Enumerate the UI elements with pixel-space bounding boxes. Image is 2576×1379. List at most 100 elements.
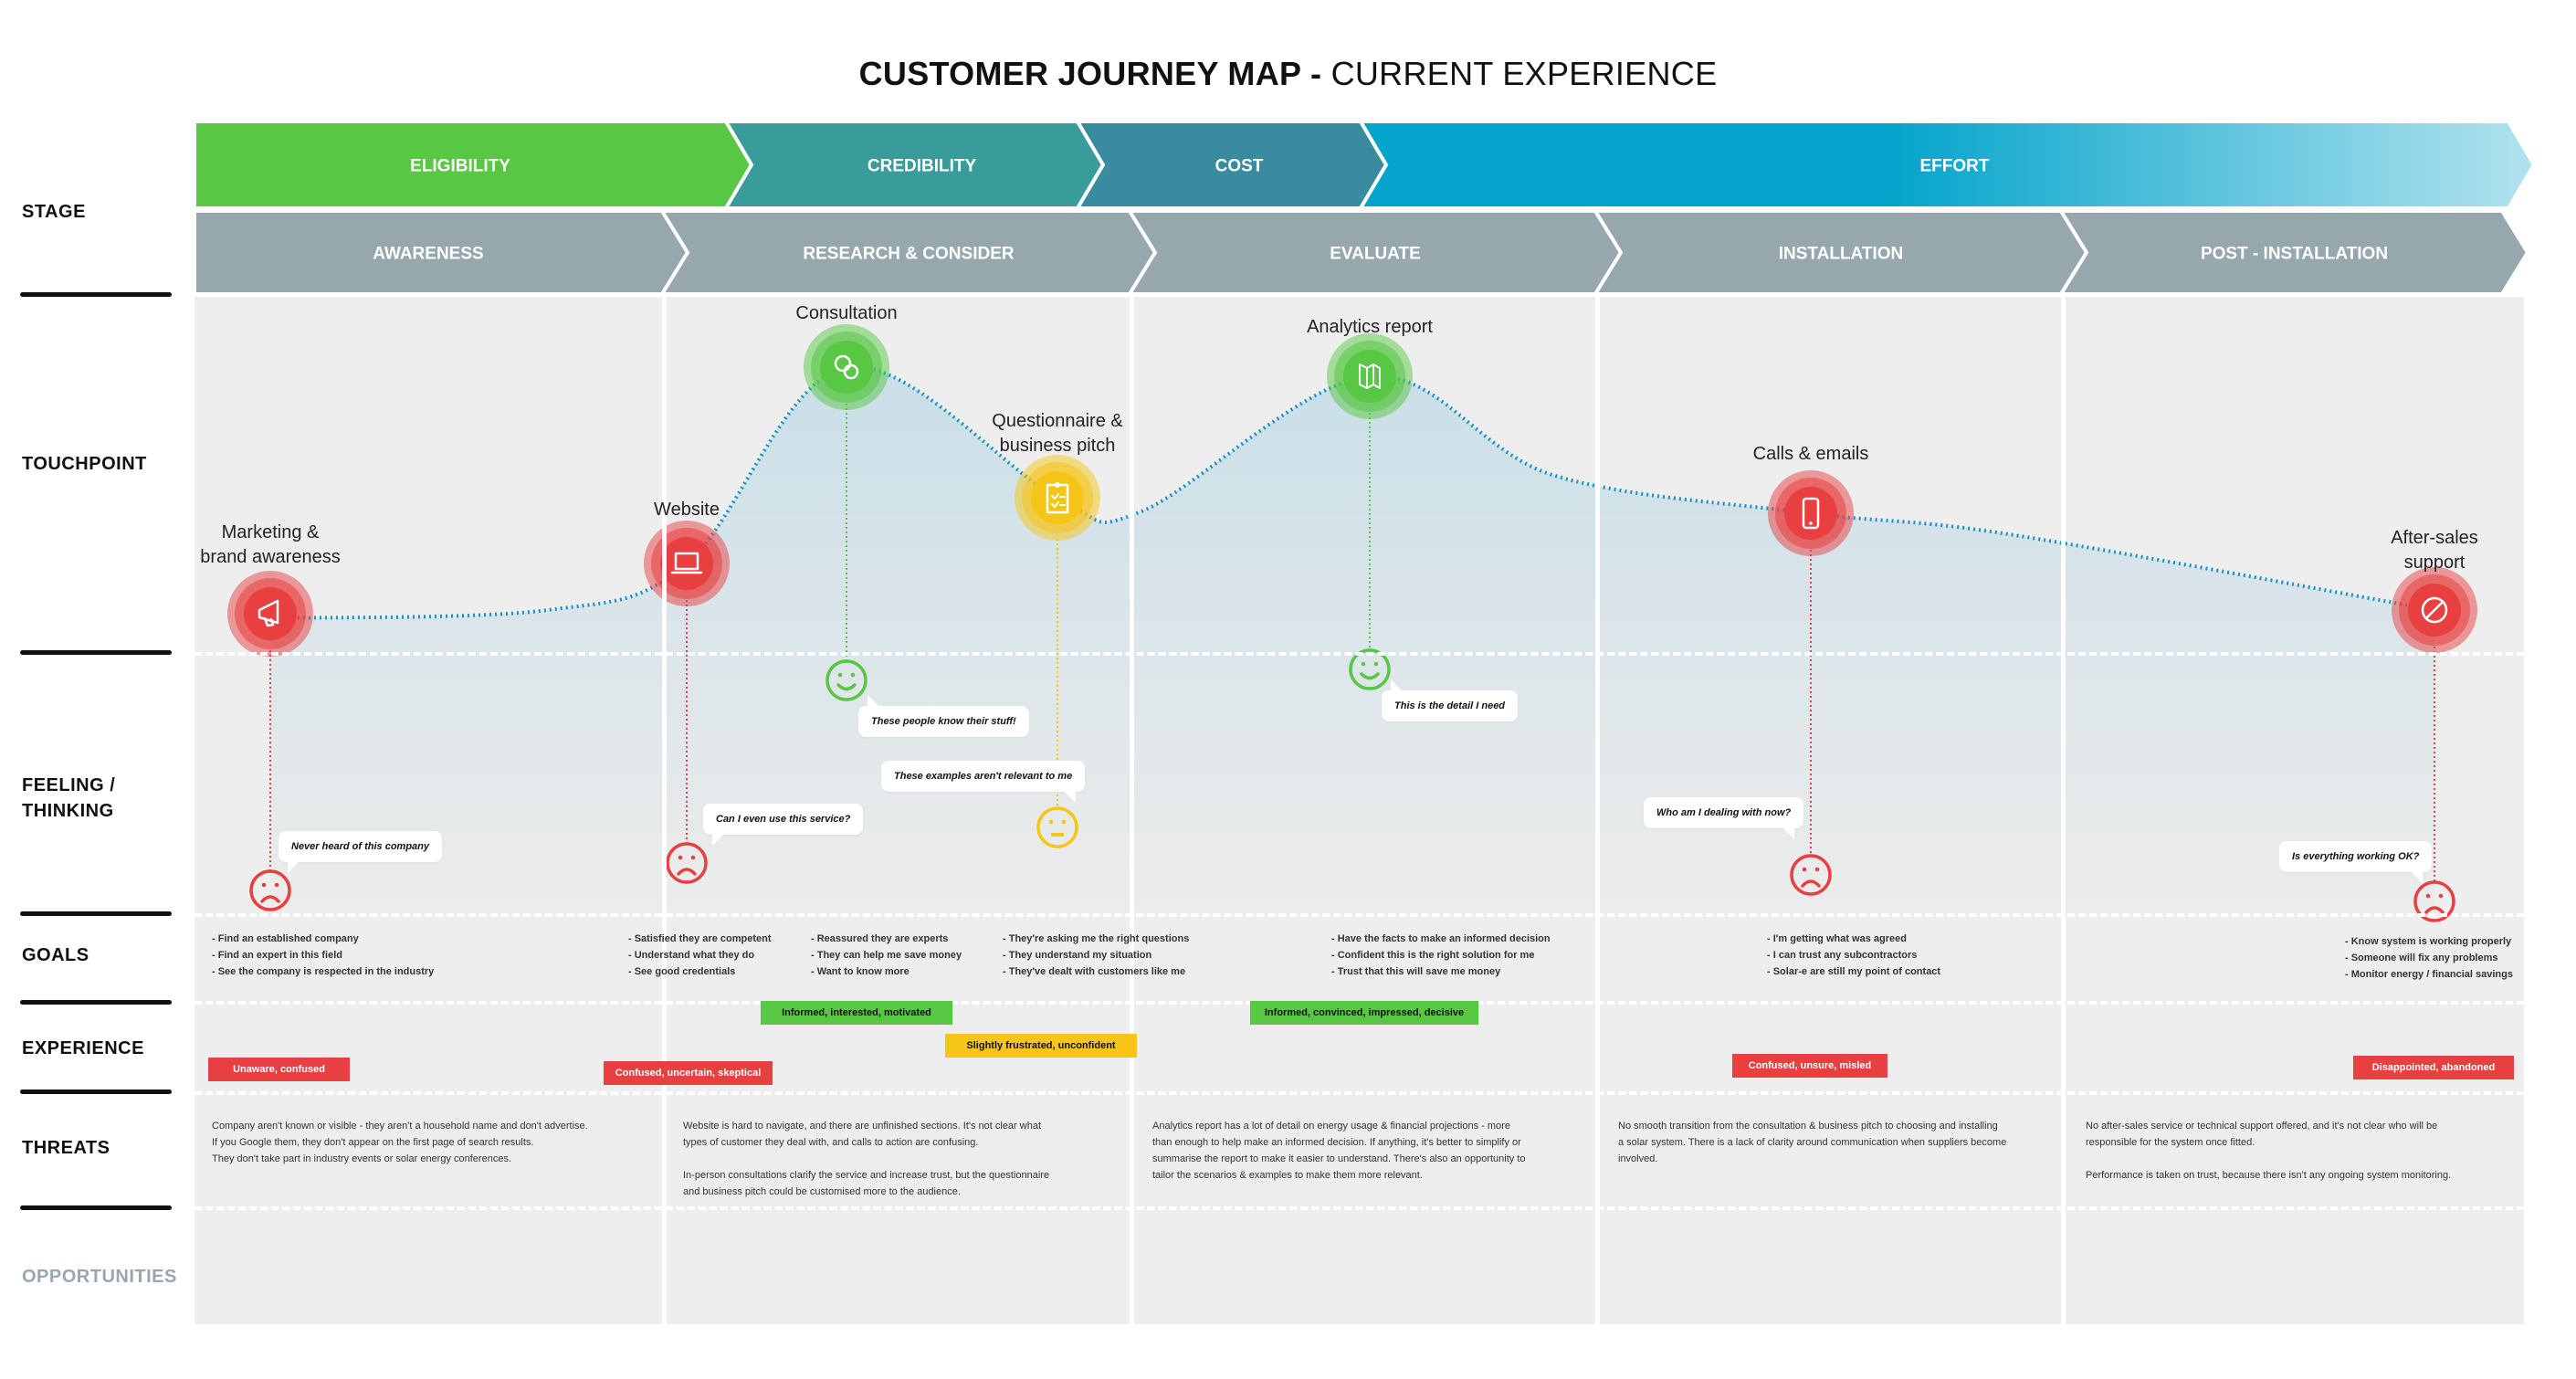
goal-item: - Satisfied they are competent — [628, 933, 772, 944]
touchpoint-label-line: After-sales — [2391, 528, 2478, 548]
goal-item: - Reassured they are experts — [811, 933, 949, 944]
row-divider — [20, 650, 172, 655]
row-label-threats: THREATS — [22, 1138, 110, 1158]
goals-list: - Have the facts to make an informed dec… — [1331, 931, 1551, 980]
touchpoint-label-line: Calls & emails — [1752, 444, 1869, 464]
column-divider — [662, 297, 667, 1324]
threat-text: No after-sales service or technical supp… — [2086, 1118, 2451, 1184]
goal-item: - Solar-e are still my point of contact — [1767, 966, 1941, 977]
row-divider-dashed — [195, 1206, 2524, 1210]
stage-label: INSTALLATION — [1779, 245, 1904, 264]
goal-item: - Trust that this will save me money — [1331, 966, 1501, 977]
stage-label: RESEARCH & CONSIDER — [803, 245, 1014, 264]
row-divider-dashed — [195, 913, 2524, 917]
row-label-feeling-line2: THINKING — [22, 801, 114, 821]
touchpoint-label-line: support — [2403, 553, 2466, 573]
row-label-opportunities: OPPORTUNITIES — [22, 1267, 177, 1287]
row-divider — [20, 1000, 172, 1005]
goal-item: - Confident this is the right solution f… — [1331, 950, 1535, 961]
touchpoint-label: Questionnaire & business pitch — [992, 409, 1122, 458]
goals-list: - They're asking me the right questions -… — [1003, 931, 1189, 980]
touchpoint-label: Analytics report — [1307, 315, 1433, 340]
column-divider — [1595, 297, 1600, 1324]
threat-paragraph: Company aren't known or visible - they a… — [212, 1121, 588, 1164]
threat-paragraph: Website is hard to navigate, and there a… — [683, 1121, 1042, 1148]
goal-item: - Find an established company — [212, 933, 359, 944]
goal-item: - They're asking me the right questions — [1003, 933, 1190, 944]
phase-label: CREDIBILITY — [867, 157, 977, 176]
touchpoint-label-line: Consultation — [795, 303, 898, 323]
touchpoint-label: Marketing & brand awareness — [200, 521, 340, 570]
goal-item: - Someone will fix any problems — [2345, 953, 2498, 963]
touchpoint-label-line: Marketing & — [221, 522, 320, 542]
goal-item: - They've dealt with customers like me — [1003, 966, 1186, 977]
row-label-experience: EXPERIENCE — [22, 1038, 144, 1058]
goal-item: - They can help me save money — [811, 950, 962, 961]
column-divider — [1130, 297, 1134, 1324]
thought-bubble: This is the detail I need — [1382, 679, 1519, 721]
goal-item: - They understand my situation — [1003, 950, 1152, 961]
goal-item: - Have the facts to make an informed dec… — [1331, 933, 1551, 944]
threat-text: No smooth transition from the consultati… — [1618, 1118, 2006, 1167]
thought-bubble: Who am I dealing with now? — [1644, 797, 1804, 839]
experience-badge: Disappointed, abandoned — [2353, 1056, 2514, 1079]
goals-list: - I'm getting what was agreed - I can tru… — [1767, 931, 1940, 980]
threat-paragraph: No smooth transition from the consultati… — [1618, 1121, 2007, 1164]
experience-badge: Confused, uncertain, skeptical — [604, 1061, 773, 1085]
touchpoint-label-line: brand awareness — [200, 547, 341, 567]
threat-text: Website is hard to navigate, and there a… — [683, 1118, 1049, 1200]
goal-item: - See the company is respected in the in… — [212, 966, 435, 977]
touchpoint-label: Calls & emails — [1753, 442, 1869, 467]
touchpoint-label: After-sales support — [2391, 526, 2478, 575]
touchpoint-label-line: Analytics report — [1307, 317, 1433, 337]
stage-label: AWARENESS — [373, 245, 483, 264]
goal-item: - See good credentials — [628, 966, 736, 977]
touchpoint-label: Website — [654, 498, 720, 522]
threat-text: Analytics report has a lot of detail on … — [1152, 1118, 1526, 1184]
touchpoint-label-line: business pitch — [999, 436, 1116, 456]
goal-item: - Monitor energy / financial savings — [2345, 969, 2513, 980]
experience-badge: Confused, unsure, misled — [1732, 1054, 1887, 1078]
goal-item: - Understand what they do — [628, 950, 755, 961]
row-divider-dashed — [195, 652, 2524, 656]
threat-paragraph: In-person consultations clarify the serv… — [683, 1170, 1050, 1197]
thought-bubble: Can I even use this service? — [703, 804, 864, 846]
row-divider-dashed — [195, 1091, 2524, 1095]
stage-label: POST - INSTALLATION — [2201, 245, 2388, 264]
row-label-touchpoint: TOUCHPOINT — [22, 454, 147, 474]
goal-item: - Want to know more — [811, 966, 909, 977]
phase-label: EFFORT — [1920, 157, 1990, 176]
threat-paragraph: No after-sales service or technical supp… — [2086, 1121, 2438, 1148]
threat-paragraph: Performance is taken on trust, because t… — [2086, 1170, 2452, 1181]
goals-list: - Satisfied they are competent - Understa… — [628, 931, 772, 980]
goal-item: - Know system is working properly — [2345, 936, 2512, 947]
experience-badge: Informed, interested, motivated — [761, 1001, 952, 1025]
experience-badge: Informed, convinced, impressed, decisive — [1250, 1001, 1478, 1025]
row-divider — [20, 911, 172, 916]
phase-label: COST — [1215, 157, 1264, 176]
goals-list: - Reassured they are experts - They can h… — [811, 931, 962, 980]
phase-label: ELIGIBILITY — [410, 157, 510, 176]
thought-bubble: Never heard of this company — [279, 831, 442, 873]
experience-badge: Slightly frustrated, unconfident — [945, 1034, 1137, 1058]
column-divider — [2061, 297, 2066, 1324]
threat-text: Company aren't known or visible - they a… — [212, 1118, 588, 1167]
touchpoint-label-line: Website — [654, 500, 720, 520]
goal-item: - I'm getting what was agreed — [1767, 933, 1907, 944]
row-divider — [20, 1205, 172, 1210]
row-divider — [20, 1090, 172, 1094]
goal-item: - I can trust any subcontractors — [1767, 950, 1918, 961]
stage-bands: ELIGIBILITY CREDIBILITY COST EFFORT AWARENE… — [193, 120, 2537, 296]
thought-bubble: These people know their stuff! — [858, 695, 1029, 737]
touchpoint-label-line: Questionnaire & — [992, 411, 1123, 431]
thought-bubble: Is everything working OK? — [2279, 841, 2433, 883]
row-label-feeling-line1: FEELING / — [22, 775, 116, 795]
goals-list: - Find an established company - Find an e… — [212, 931, 434, 980]
thought-bubble: These examples aren't relevant to me — [881, 761, 1086, 803]
stage-label: EVALUATE — [1330, 245, 1421, 264]
experience-badge: Unaware, confused — [208, 1058, 350, 1081]
row-label-goals: GOALS — [22, 945, 89, 965]
goals-list: - Know system is working properly - Someo… — [2345, 933, 2513, 983]
touchpoint-label: Consultation — [795, 301, 897, 326]
threat-paragraph: Analytics report has a lot of detail on … — [1152, 1121, 1526, 1181]
